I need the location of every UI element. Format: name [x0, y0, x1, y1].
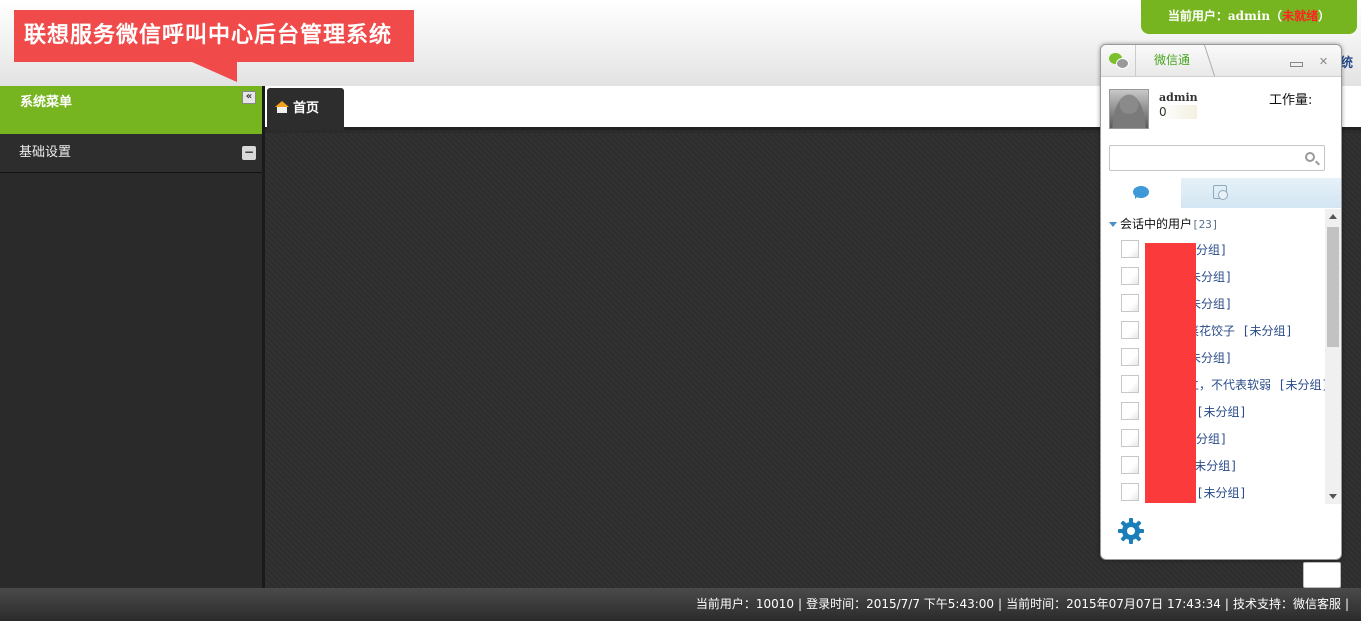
- current-user-label: 当前用户：admin（: [1167, 9, 1283, 23]
- search-input[interactable]: [1114, 147, 1302, 169]
- redaction-block: [1145, 243, 1196, 503]
- group-header[interactable]: 会话中的用户[23]: [1109, 215, 1219, 232]
- scroll-thumb[interactable]: [1327, 227, 1339, 347]
- current-user-close: ）: [1318, 9, 1331, 23]
- sidebar: 系统菜单 « 基础设置 −: [0, 86, 262, 586]
- user-avatar-icon: [1121, 348, 1139, 366]
- title-tail-decoration: [192, 62, 237, 82]
- tab-history[interactable]: [1181, 178, 1261, 208]
- profile-count: 0: [1159, 105, 1197, 119]
- user-avatar-icon: [1121, 402, 1139, 420]
- user-avatar-icon: [1121, 456, 1139, 474]
- chat-tab-bar: [1101, 178, 1341, 208]
- user-label: 菜花饺子 [未分组]: [1187, 323, 1293, 338]
- user-label: [未分组]: [1189, 485, 1247, 500]
- workload-label: 工作量:: [1269, 93, 1313, 108]
- tab-conversations[interactable]: [1101, 178, 1181, 208]
- wechat-panel: 微信通 ✕ admin 0 工作量: 会话中的用户[23] 分组] 未分组] 未…: [1100, 44, 1342, 560]
- profile-name: admin: [1159, 91, 1198, 104]
- chat-bubble-icon: [1133, 186, 1149, 199]
- group-count: [23]: [1192, 218, 1219, 231]
- floating-widget[interactable]: [1303, 562, 1341, 588]
- app-title: 联想服务微信呼叫中心后台管理系统: [14, 10, 414, 62]
- sidebar-heading-label: 系统菜单: [20, 95, 73, 110]
- group-label: 会话中的用户: [1120, 217, 1193, 231]
- sidebar-item-basic-settings[interactable]: 基础设置 −: [0, 134, 262, 173]
- close-icon[interactable]: ✕: [1318, 56, 1329, 68]
- user-avatar-icon: [1121, 321, 1139, 339]
- user-label: 分组]: [1196, 431, 1228, 446]
- collapse-sidebar-button[interactable]: «: [242, 91, 256, 104]
- user-avatar-icon: [1121, 429, 1139, 447]
- user-avatar-icon: [1121, 483, 1139, 501]
- footer-user: 当前用户：10010: [695, 597, 795, 611]
- user-status[interactable]: 未就绪: [1282, 9, 1318, 23]
- current-user-badge: 当前用户：admin（未就绪）: [1141, 0, 1357, 34]
- scroll-down-icon[interactable]: [1329, 494, 1337, 499]
- history-icon: [1213, 185, 1228, 200]
- user-avatar-icon: [1121, 240, 1139, 258]
- footer-support: 技术支持：微信客服: [1232, 597, 1341, 611]
- user-avatar-icon: [1121, 375, 1139, 393]
- user-list-scrollbar[interactable]: [1325, 209, 1341, 504]
- avatar[interactable]: [1109, 89, 1149, 129]
- user-avatar-icon: [1121, 267, 1139, 285]
- tab-home-label: 首页: [293, 101, 320, 116]
- status-bar: 当前用户：10010 | 登录时间：2015/7/7 下午5:43:00 | 当前时间：…: [0, 588, 1361, 621]
- chat-panel-header[interactable]: 微信通 ✕: [1101, 45, 1341, 77]
- sidebar-heading: 系统菜单 «: [0, 86, 262, 134]
- footer-current-time: 当前时间：2015年07月07日 17:43:34: [1006, 597, 1221, 611]
- scroll-up-icon[interactable]: [1329, 214, 1337, 219]
- tab-home[interactable]: 首页: [267, 88, 344, 130]
- wechat-logo-icon: [1109, 53, 1129, 69]
- user-label: 分组]: [1196, 242, 1228, 257]
- user-label: [未分组]: [1189, 404, 1247, 419]
- search-icon[interactable]: [1305, 152, 1315, 162]
- home-icon: [275, 101, 289, 113]
- user-label: 立，不代表软弱 [未分组]: [1187, 377, 1329, 392]
- gear-icon[interactable]: [1117, 517, 1145, 545]
- triangle-down-icon: [1109, 222, 1117, 227]
- sidebar-item-label: 基础设置: [19, 145, 72, 160]
- search-box: [1109, 145, 1325, 171]
- chat-panel-title: 微信通: [1135, 45, 1202, 76]
- footer-login-time: 登录时间：2015/7/7 下午5:43:00: [806, 597, 995, 611]
- user-list: 会话中的用户[23] 分组] 未分组] 未分组] 菜花饺子 [未分组] 未分组]…: [1101, 209, 1341, 504]
- minimize-icon[interactable]: [1290, 57, 1303, 68]
- user-avatar-icon: [1121, 294, 1139, 312]
- collapse-group-icon[interactable]: −: [242, 146, 256, 160]
